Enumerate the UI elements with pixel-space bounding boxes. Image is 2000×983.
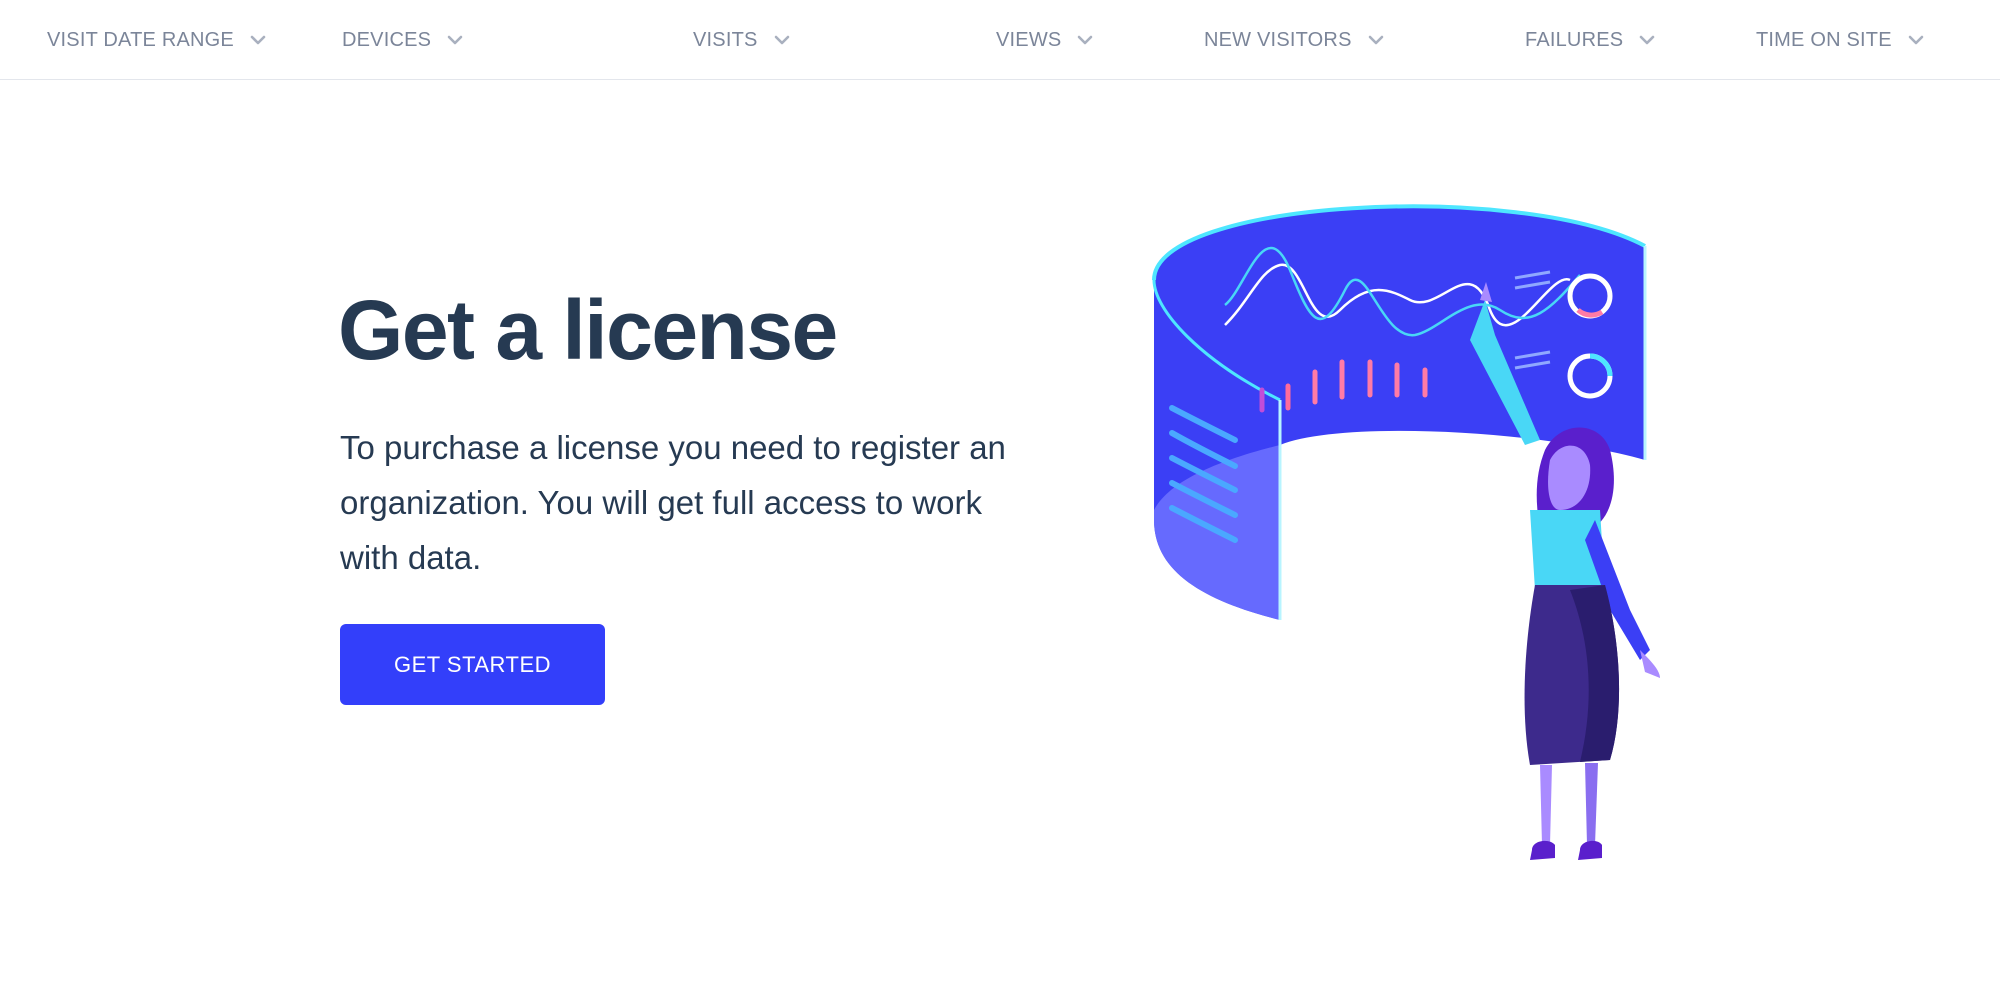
filter-label: VISIT DATE RANGE — [47, 28, 234, 51]
filter-label: TIME ON SITE — [1756, 28, 1892, 51]
filter-devices[interactable]: DEVICES — [342, 0, 465, 80]
filter-bar: VISIT DATE RANGE DEVICES VISITS VIEWS NE… — [0, 0, 2000, 80]
chevron-down-icon — [248, 30, 268, 50]
filter-visits[interactable]: VISITS — [693, 0, 792, 80]
filter-failures[interactable]: FAILURES — [1525, 0, 1657, 80]
filter-views[interactable]: VIEWS — [996, 0, 1095, 80]
chevron-down-icon — [1906, 30, 1926, 50]
chevron-down-icon — [772, 30, 792, 50]
chevron-down-icon — [445, 30, 465, 50]
filter-label: FAILURES — [1525, 28, 1624, 51]
chevron-down-icon — [1075, 30, 1095, 50]
analytics-dashboard-illustration — [1152, 204, 1660, 860]
filter-new-visitors[interactable]: NEW VISITORS — [1204, 0, 1386, 80]
chevron-down-icon — [1366, 30, 1386, 50]
filter-label: VISITS — [693, 28, 758, 51]
filter-label: DEVICES — [342, 28, 432, 51]
filter-time-on-site[interactable]: TIME ON SITE — [1756, 0, 1926, 80]
filter-label: NEW VISITORS — [1204, 28, 1352, 51]
page-description: To purchase a license you need to regist… — [340, 429, 1006, 576]
filter-visit-date-range[interactable]: VISIT DATE RANGE — [47, 0, 268, 80]
filter-label: VIEWS — [996, 28, 1062, 51]
chevron-down-icon — [1637, 30, 1657, 50]
page-title: Get a license — [338, 283, 838, 377]
get-started-button[interactable]: GET STARTED — [340, 624, 605, 705]
